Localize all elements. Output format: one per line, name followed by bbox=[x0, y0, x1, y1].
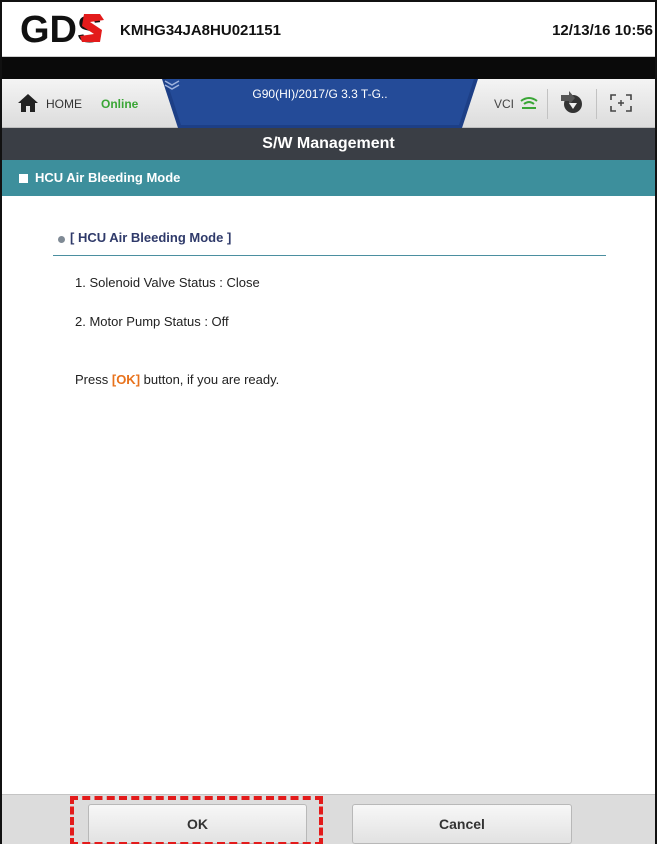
home-icon[interactable] bbox=[17, 93, 39, 113]
black-divider-bar bbox=[2, 57, 655, 79]
instruction-ok-highlight: [OK] bbox=[111, 372, 141, 387]
section-title: HCU Air Bleeding Mode bbox=[35, 170, 181, 185]
ok-button-annotation bbox=[70, 796, 323, 844]
content-subtitle: [ HCU Air Bleeding Mode ] bbox=[70, 230, 232, 245]
section-square-icon bbox=[19, 174, 28, 183]
datetime: 12/13/16 10:56 bbox=[552, 22, 653, 39]
solenoid-valve-status: 1. Solenoid Valve Status : Close bbox=[75, 275, 260, 290]
gds-logo: GDS bbox=[20, 9, 104, 48]
toolbar-separator bbox=[547, 89, 548, 119]
home-button[interactable]: HOME bbox=[46, 97, 82, 111]
toolbar: HOME Online G90(HI)/2017/G 3.3 T-G.. VCI bbox=[2, 79, 655, 128]
wireless-signal-icon bbox=[520, 97, 538, 109]
vehicle-label: G90(HI)/2017/G 3.3 T-G.. bbox=[252, 87, 388, 101]
page-title: S/W Management bbox=[262, 135, 395, 152]
vin-number: KMHG34JA8HU021151 bbox=[120, 22, 281, 39]
subtitle-divider bbox=[53, 255, 606, 256]
instruction-prefix: Press bbox=[75, 372, 109, 387]
status-bar: GDS KMHG34JA8HU021151 12/13/16 10:56 bbox=[2, 2, 655, 57]
toolbar-separator bbox=[596, 89, 597, 119]
section-header: HCU Air Bleeding Mode bbox=[2, 160, 655, 196]
bullet-icon bbox=[58, 236, 65, 243]
vehicle-selector[interactable]: G90(HI)/2017/G 3.3 T-G.. bbox=[162, 79, 478, 128]
vci-label: VCI bbox=[494, 97, 515, 111]
chevron-down-icon bbox=[164, 80, 180, 90]
instruction-text: Press [OK] button, if you are ready. bbox=[75, 372, 279, 387]
instruction-suffix: button, if you are ready. bbox=[143, 372, 280, 387]
download-icon[interactable] bbox=[559, 91, 585, 115]
cancel-button[interactable]: Cancel bbox=[352, 804, 572, 844]
connection-status: Online bbox=[101, 97, 139, 111]
fullscreen-icon[interactable] bbox=[610, 94, 632, 112]
title-bar: S/W Management bbox=[2, 128, 655, 160]
motor-pump-status: 2. Motor Pump Status : Off bbox=[75, 314, 229, 329]
